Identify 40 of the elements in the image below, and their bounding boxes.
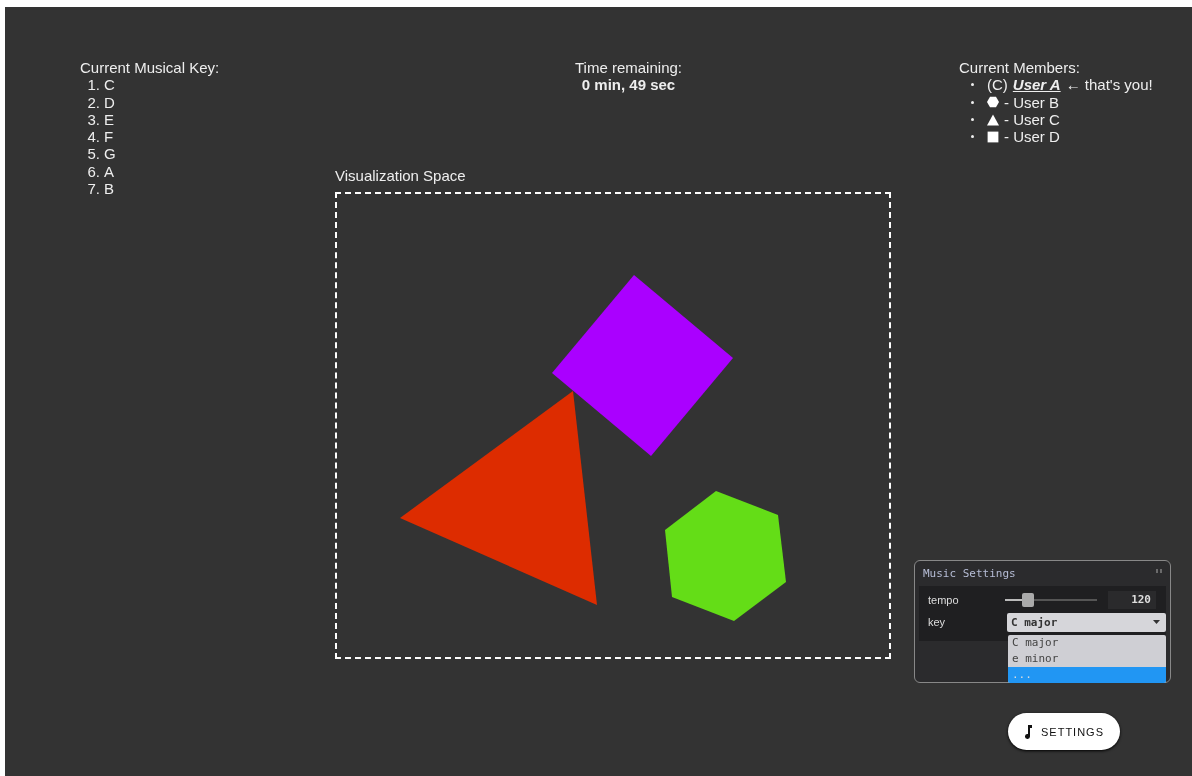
- key-number: 7.: [86, 180, 100, 198]
- key-number: 1.: [86, 76, 100, 94]
- member-name: - User D: [1004, 128, 1060, 146]
- key-dropdown[interactable]: C major: [1007, 612, 1166, 632]
- caret-icon: [1153, 620, 1160, 624]
- square-icon: [987, 130, 999, 143]
- visualization-title: Visualization Space: [335, 167, 467, 184]
- dropdown-option[interactable]: C major: [1008, 635, 1166, 651]
- panel-title: Music Settings: [923, 567, 1016, 580]
- tempo-value-field[interactable]: 120: [1108, 591, 1156, 609]
- member-name: - User B: [1004, 93, 1059, 111]
- key-number: 2.: [86, 93, 100, 111]
- timer-value: 0 min, 49 sec: [580, 76, 677, 93]
- key-note: B: [104, 180, 114, 198]
- key-number: 5.: [86, 145, 100, 163]
- key-note: E: [104, 110, 114, 129]
- key-number: 6.: [86, 162, 100, 181]
- member-note: ← that's you!: [1065, 76, 1153, 94]
- members-title: Current Members:: [959, 59, 1081, 77]
- key-number: 3.: [86, 110, 100, 129]
- key-label: key: [928, 616, 947, 628]
- tempo-slider[interactable]: [1005, 593, 1097, 607]
- key-note: C: [104, 76, 115, 94]
- tempo-label: tempo: [928, 594, 960, 606]
- member-name: - User C: [1004, 110, 1060, 129]
- key-note: D: [104, 93, 115, 111]
- triangle-icon: [987, 113, 999, 126]
- member-marker: (C): [987, 76, 1008, 94]
- dropdown-option[interactable]: e minor: [1008, 651, 1166, 667]
- music-note-icon: [1024, 724, 1032, 739]
- key-title: Current Musical Key:: [80, 59, 221, 77]
- settings-button[interactable]: SETTINGS: [1008, 713, 1120, 750]
- timer-label: Time remaining:: [574, 59, 683, 76]
- member-name: User A: [1012, 76, 1061, 94]
- key-note: F: [104, 128, 114, 146]
- key-note: G: [104, 145, 116, 163]
- hexagon-icon: [987, 96, 999, 109]
- key-note: A: [104, 162, 114, 181]
- slider-thumb[interactable]: [1022, 593, 1034, 607]
- key-number: 4.: [86, 128, 100, 146]
